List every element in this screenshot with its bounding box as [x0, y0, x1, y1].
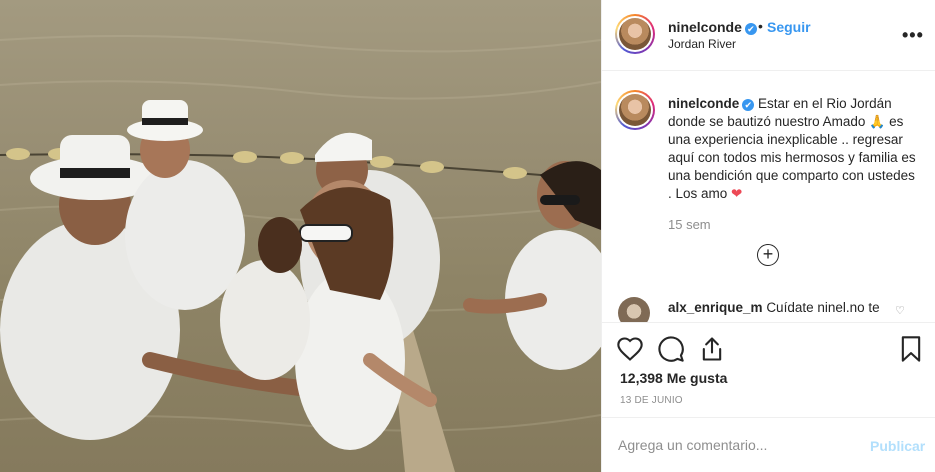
verified-badge-icon: ✔ — [742, 99, 755, 111]
praying-hands-icon: 🙏 — [869, 114, 886, 129]
share-icon[interactable] — [698, 335, 726, 363]
comment-body: Cuídate ninel.no te — [766, 300, 880, 315]
comment-username[interactable]: alx_enrique_m — [668, 300, 763, 315]
comment-text: alx_enrique_m Cuídate ninel.no te — [668, 300, 880, 315]
post-side-panel: ninelconde ✔ • Seguir Jordan River ••• ni… — [601, 0, 935, 472]
more-options-icon[interactable]: ••• — [902, 25, 924, 46]
post-date: 13 DE JUNIO — [620, 395, 683, 406]
publish-button[interactable]: Publicar — [870, 438, 925, 454]
heart-outline-icon[interactable] — [616, 335, 644, 363]
baptism-photo-illustration — [0, 35, 601, 472]
load-more-comments-icon[interactable]: + — [757, 244, 779, 266]
likes-count[interactable]: 12,398 Me gusta — [620, 370, 727, 386]
location-link[interactable]: Jordan River — [668, 37, 736, 51]
verified-badge-icon: ✔ — [744, 23, 757, 35]
caption-avatar[interactable] — [615, 90, 655, 130]
follow-button[interactable]: Seguir — [767, 19, 811, 35]
comments-section[interactable]: ninelconde ✔ Estar en el Rio Jordán donde… — [602, 71, 935, 322]
red-heart-icon: ❤ — [731, 186, 743, 201]
comment-like-icon[interactable]: ♡ — [895, 304, 905, 317]
add-comment-bar: Publicar — [602, 417, 935, 472]
header-username[interactable]: ninelconde ✔ — [668, 19, 757, 35]
comment-item: alx_enrique_m Cuídate ninel.no te ♡ — [602, 297, 935, 322]
caption-text: ninelconde ✔ Estar en el Rio Jordán donde… — [668, 95, 918, 203]
comment-input[interactable] — [618, 437, 848, 453]
post-photo[interactable] — [0, 0, 601, 472]
caption-timestamp[interactable]: 15 sem — [668, 217, 711, 232]
comment-avatar[interactable] — [618, 297, 650, 322]
bookmark-icon[interactable] — [897, 335, 925, 363]
caption-username[interactable]: ninelconde ✔ — [668, 96, 755, 111]
separator-dot: • — [758, 18, 763, 34]
action-bar: 12,398 Me gusta 13 DE JUNIO — [602, 322, 935, 417]
comment-icon[interactable] — [657, 335, 685, 363]
avatar[interactable] — [615, 14, 655, 54]
post-header: ninelconde ✔ • Seguir Jordan River ••• — [602, 0, 935, 71]
